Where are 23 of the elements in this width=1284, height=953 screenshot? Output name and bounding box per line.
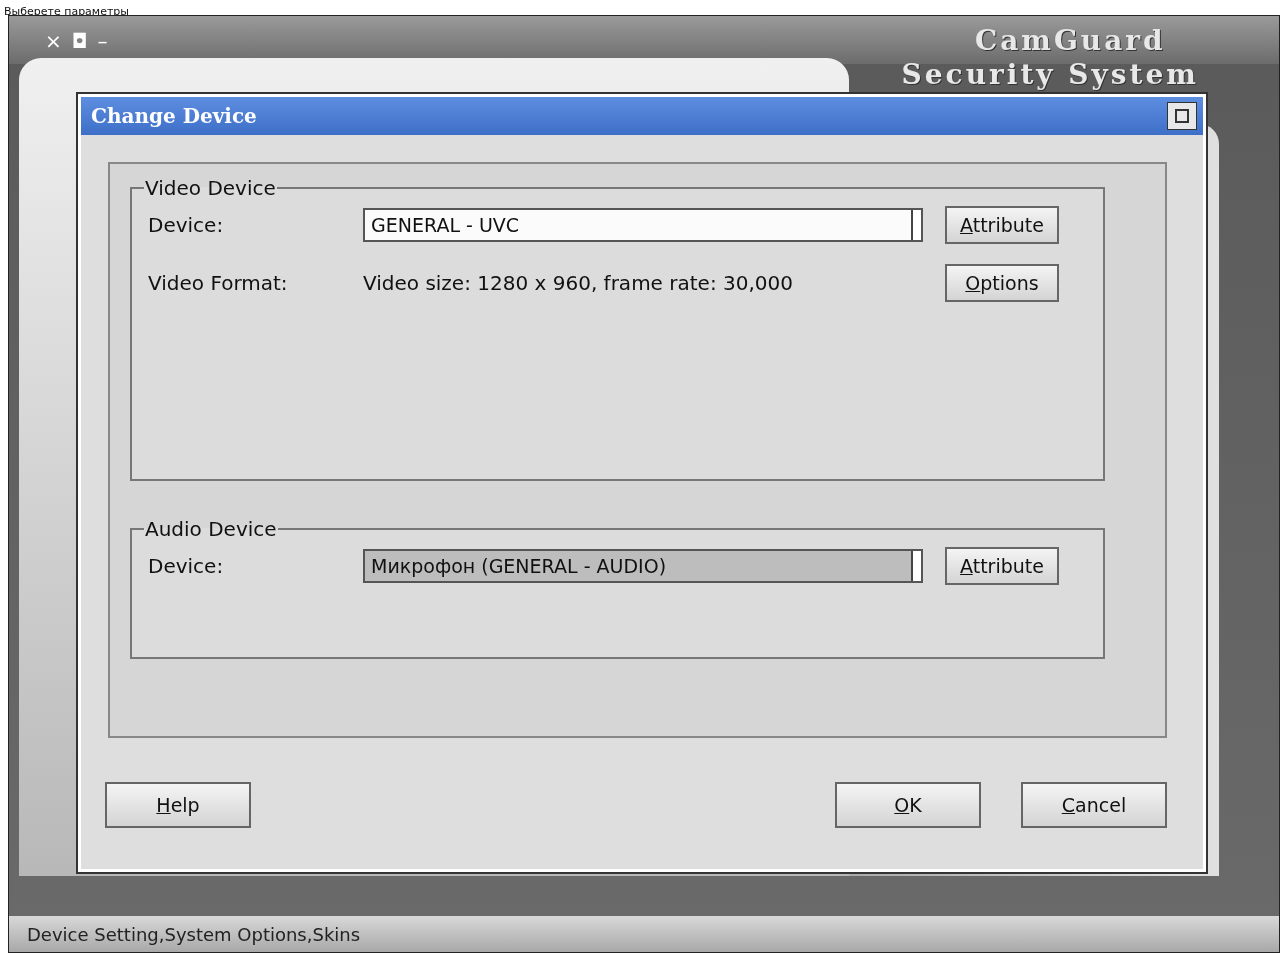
cancel-button[interactable]: Cancel — [1021, 782, 1167, 828]
group-legend: Audio Device — [144, 517, 278, 541]
dialog-title: Change Device — [91, 104, 257, 128]
window-control[interactable]: – — [97, 30, 108, 52]
device-dropdown[interactable]: Микрофон (GENERAL - AUDIO) — [363, 549, 923, 583]
attribute-button[interactable]: Attribute — [945, 547, 1059, 585]
brand-subtitle: Security System — [901, 58, 1199, 92]
field-label: Device: — [148, 213, 225, 237]
caption-text: Выберете параметры — [4, 5, 129, 19]
window-control[interactable]: ◘ — [71, 30, 88, 52]
field-label: Device: — [148, 554, 225, 578]
format-value: Video size: 1280 x 960, frame rate: 30,000 — [363, 271, 794, 295]
group-legend: Video Device — [144, 176, 277, 200]
status-text: Device Setting,System Options,Skins — [27, 923, 361, 945]
field-label: Video Format: — [148, 271, 289, 295]
options-button[interactable]: Options — [945, 264, 1059, 302]
help-button[interactable]: Help — [105, 782, 251, 828]
ok-button[interactable]: OK — [835, 782, 981, 828]
device-dropdown[interactable]: GENERAL - UVC — [363, 208, 923, 242]
attribute-button[interactable]: Attribute — [945, 206, 1059, 244]
window-control[interactable]: × — [45, 30, 62, 52]
restore-button[interactable] — [1167, 102, 1197, 130]
brand-title: CamGuard — [974, 24, 1166, 58]
